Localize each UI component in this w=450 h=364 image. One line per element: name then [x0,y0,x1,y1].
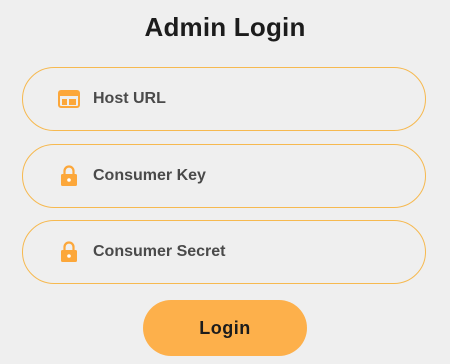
consumer-secret-field[interactable] [22,220,426,284]
browser-window-icon [57,87,81,111]
consumer-key-input[interactable] [93,167,393,185]
login-button[interactable]: Login [143,300,307,356]
page-title: Admin Login [144,12,306,42]
host-url-input[interactable] [93,90,393,108]
lock-icon [57,164,81,188]
host-url-field[interactable] [22,67,426,131]
lock-icon [57,240,81,264]
consumer-key-field[interactable] [22,144,426,208]
consumer-secret-input[interactable] [93,243,393,261]
